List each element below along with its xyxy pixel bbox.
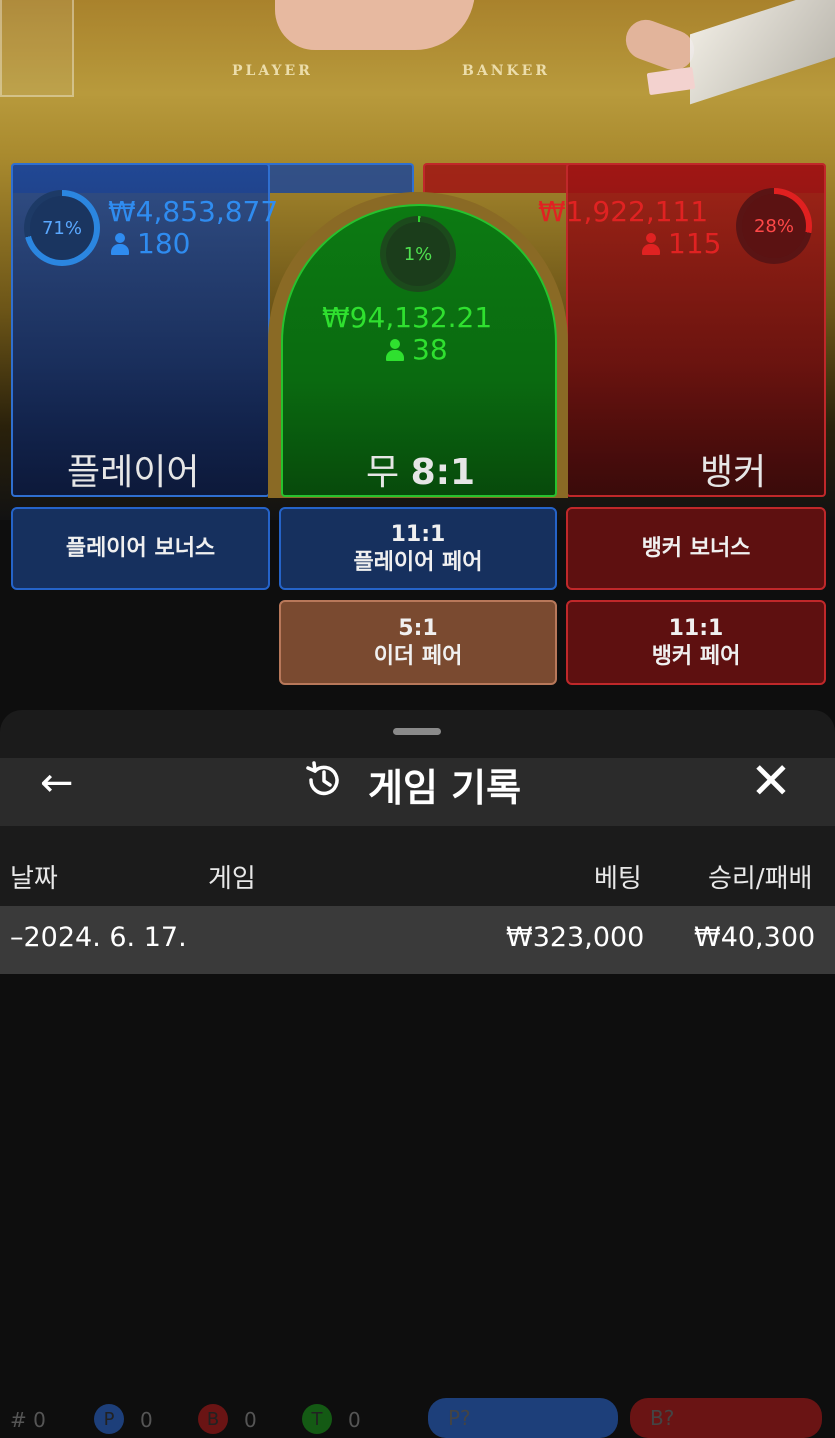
row-bet: ₩323,000 (506, 922, 645, 953)
tie-total-amount: ₩94,132.21 (322, 301, 493, 334)
person-icon (111, 233, 129, 255)
banker-total-amount: ₩1,922,111 (538, 195, 709, 228)
tie-count-road: 0 (348, 1408, 361, 1432)
banker-dot-icon: B (198, 1404, 228, 1434)
tie-count: 38 (386, 335, 448, 365)
close-icon[interactable]: ✕ (750, 752, 792, 810)
glass-partition (0, 0, 74, 97)
column-header-bet: 베팅 (594, 864, 642, 894)
player-predict-button[interactable]: P? (428, 1398, 618, 1438)
banker-predict-button[interactable]: B? (630, 1398, 822, 1438)
player-pair-button[interactable]: 11:1 플레이어 페어 (279, 507, 557, 590)
column-header-win-loss: 승리/패배 (708, 864, 813, 894)
tie-dot-icon: T (302, 1404, 332, 1434)
banker-wins-count: 0 (244, 1408, 257, 1432)
row-date: –2024. 6. 17. (10, 922, 187, 953)
banker-count-value: 115 (668, 227, 722, 260)
banker-pair-odds: 11:1 (668, 615, 724, 641)
round-hash: # 0 (10, 1408, 46, 1432)
sheet-drag-handle[interactable] (393, 728, 441, 735)
card-shoe (690, 0, 835, 105)
player-pair-odds: 11:1 (390, 521, 446, 547)
history-clock-icon (306, 761, 339, 796)
tie-count-value: 38 (412, 333, 448, 366)
player-wins-count: 0 (140, 1408, 153, 1432)
banker-percent: 28% (742, 194, 806, 258)
either-pair-odds: 5:1 (398, 615, 438, 641)
column-header-date: 날짜 (10, 864, 58, 894)
tie-payout: 8:1 (410, 452, 476, 493)
banker-count: 115 (642, 229, 721, 259)
player-count: 180 (111, 229, 190, 259)
banker-percent-ring: 28% (736, 188, 812, 264)
banker-bet-label: 뱅커 (700, 452, 767, 493)
player-pair-label: 플레이어 페어 (353, 549, 483, 575)
banker-pair-button[interactable]: 11:1 뱅커 페어 (566, 600, 826, 685)
player-percent-ring: 71% (24, 190, 100, 266)
banker-bonus-button[interactable]: 뱅커 보너스 (566, 507, 826, 590)
banker-bonus-label: 뱅커 보너스 (641, 535, 751, 561)
banker-pair-label: 뱅커 페어 (651, 643, 741, 669)
player-count-value: 180 (137, 227, 191, 260)
tie-bet-title: 무 8:1 (366, 443, 475, 495)
player-bonus-button[interactable]: 플레이어 보너스 (11, 507, 270, 590)
tie-percent: 1% (386, 222, 450, 286)
tie-percent-ring: 1% (380, 216, 456, 292)
player-total-amount: ₩4,853,877 (108, 195, 279, 228)
player-bonus-label: 플레이어 보너스 (65, 535, 216, 561)
column-header-game: 게임 (208, 864, 256, 894)
back-arrow-icon[interactable]: ← (40, 760, 74, 806)
tie-bet-label: 무 (366, 452, 400, 493)
table-banker-label: BANKER (462, 63, 550, 79)
table-player-label: PLAYER (232, 63, 313, 79)
player-percent: 71% (30, 196, 94, 260)
player-dot-icon: P (94, 1404, 124, 1434)
playing-card (646, 66, 696, 96)
either-pair-button[interactable]: 5:1 이더 페어 (279, 600, 557, 685)
person-icon (386, 339, 404, 361)
sheet-title: 게임 기록 (368, 766, 522, 810)
row-win-loss: ₩40,300 (694, 922, 816, 953)
player-bet-label: 플레이어 (67, 452, 200, 493)
dealer-arm (275, 0, 475, 50)
person-icon (642, 233, 660, 255)
either-pair-label: 이더 페어 (373, 643, 463, 669)
